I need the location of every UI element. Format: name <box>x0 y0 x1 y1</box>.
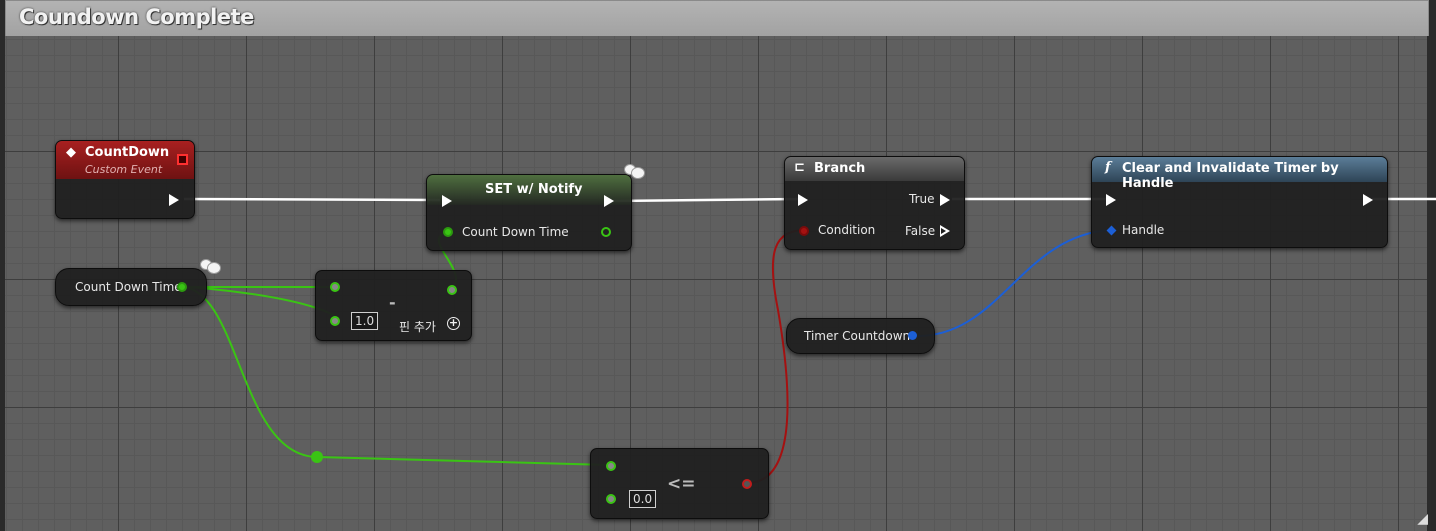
condition-label: Condition <box>818 223 876 237</box>
less-equal-node[interactable]: 0.0 <= <box>590 448 769 519</box>
comment-title[interactable]: Coundown Complete <box>19 5 254 29</box>
exec-out-pin[interactable] <box>1363 194 1373 206</box>
delegate-pin[interactable] <box>177 154 188 165</box>
cloud-icon <box>198 256 221 274</box>
exec-in-pin[interactable] <box>442 195 452 207</box>
exec-out-pin[interactable] <box>604 195 614 207</box>
exec-in-pin[interactable] <box>798 194 808 206</box>
float-out-pin[interactable] <box>447 285 457 295</box>
handle-in-pin[interactable] <box>1106 225 1117 236</box>
bool-out-pin[interactable] <box>742 479 752 489</box>
operator-label: - <box>389 293 396 312</box>
node-header: ◆ CountDown Custom Event <box>56 141 194 179</box>
handle-out-pin[interactable] <box>908 331 917 340</box>
timer-countdown-node[interactable]: Timer Countdown <box>786 318 935 354</box>
set-notify-node[interactable]: SET w/ Notify Count Down Time <box>426 174 632 251</box>
exec-in-pin[interactable] <box>1106 194 1116 206</box>
clear-timer-node[interactable]: f Clear and Invalidate Timer by Handle H… <box>1091 156 1388 248</box>
node-title: SET w/ Notify <box>485 182 583 197</box>
node-header: SET w/ Notify <box>427 175 631 205</box>
node-header: ⊏ Branch <box>785 157 964 181</box>
cloud-icon <box>622 161 645 179</box>
branch-icon: ⊏ <box>794 160 805 175</box>
float-in-pin[interactable] <box>443 227 453 237</box>
event-diamond-icon: ◆ <box>66 145 76 160</box>
add-pin-label[interactable]: 핀 추가 <box>399 318 436 335</box>
variable-label: Timer Countdown <box>804 329 911 343</box>
subtract-node[interactable]: 1.0 - 핀 추가 + <box>315 270 472 341</box>
function-f-icon: f <box>1105 160 1111 175</box>
exec-out-pin[interactable] <box>169 194 179 206</box>
subtract-value-input[interactable]: 1.0 <box>351 312 379 330</box>
float-in-pin-b[interactable] <box>330 316 340 326</box>
countdown-event-node[interactable]: ◆ CountDown Custom Event <box>55 140 195 219</box>
resize-grip-icon[interactable]: ◢ <box>1417 511 1428 527</box>
node-title: CountDown <box>85 145 170 160</box>
float-out-pin[interactable] <box>177 282 187 292</box>
node-subtitle: Custom Event <box>85 163 163 176</box>
variable-label: Count Down Time <box>462 225 569 239</box>
exec-true-pin[interactable] <box>940 194 950 206</box>
plus-circle-icon[interactable]: + <box>447 317 460 330</box>
get-countdown-time-node[interactable]: Count Down Time <box>55 268 207 306</box>
bool-in-pin[interactable] <box>799 226 809 236</box>
float-out-pin[interactable] <box>601 227 611 237</box>
exec-false-pin-hollow <box>941 228 946 234</box>
true-label: True <box>909 192 935 206</box>
float-in-pin-b[interactable] <box>606 494 616 504</box>
compare-value-input[interactable]: 0.0 <box>629 490 657 508</box>
float-in-pin-a[interactable] <box>330 282 340 292</box>
comment-box-edge <box>1427 36 1431 531</box>
comment-box-header[interactable]: Coundown Complete <box>5 0 1429 37</box>
handle-label: Handle <box>1122 223 1165 237</box>
operator-label: <= <box>667 474 696 494</box>
float-in-pin-a[interactable] <box>606 461 616 471</box>
node-header: f Clear and Invalidate Timer by Handle <box>1092 157 1387 191</box>
node-title: Branch <box>814 161 866 176</box>
branch-node[interactable]: ⊏ Branch True Condition False <box>784 156 965 250</box>
false-label: False <box>905 224 936 238</box>
variable-label: Count Down Time <box>75 280 182 294</box>
node-title: Clear and Invalidate Timer by Handle <box>1122 161 1339 191</box>
